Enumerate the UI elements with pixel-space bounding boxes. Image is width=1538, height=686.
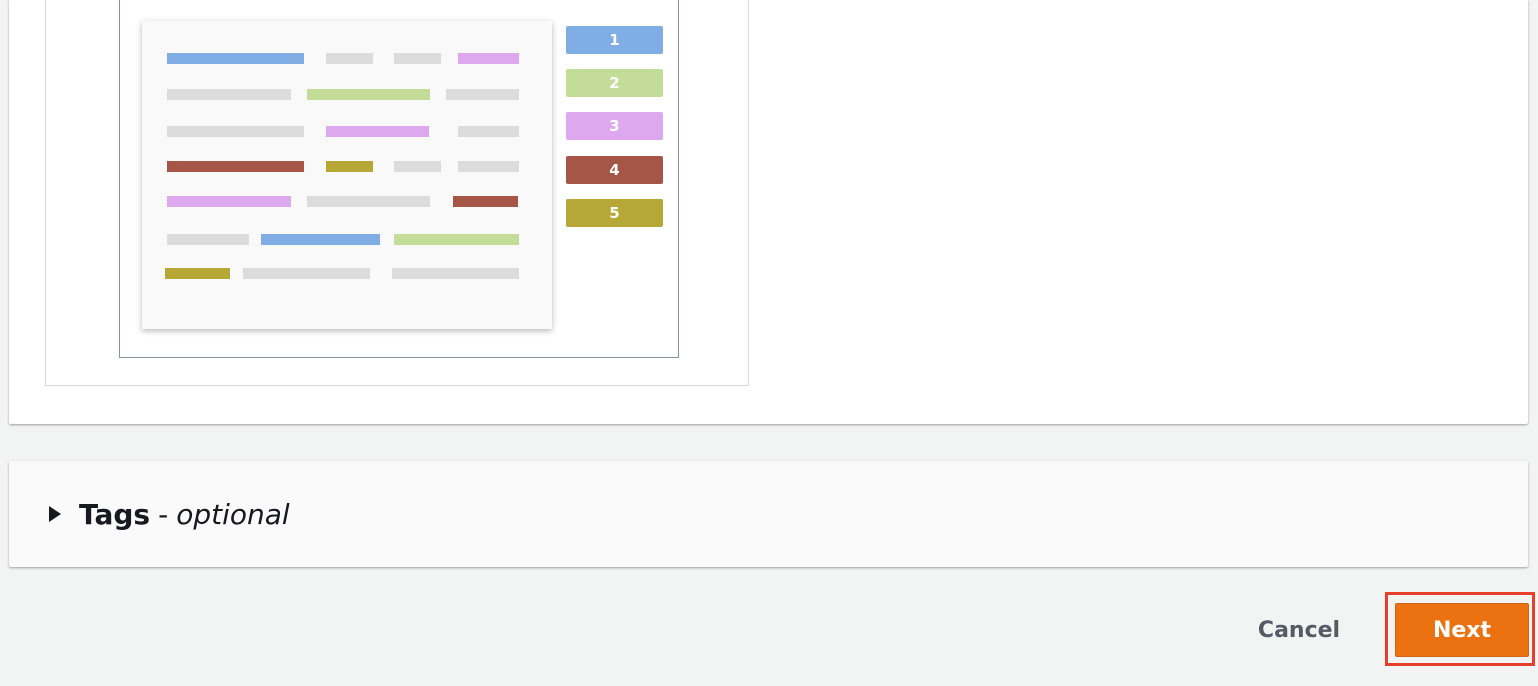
- highlight-bar: [307, 89, 430, 100]
- text-placeholder-bar: [243, 268, 370, 279]
- tags-separator: -: [158, 497, 169, 531]
- tags-optional-label: optional: [176, 497, 290, 531]
- sample-document: [142, 21, 552, 329]
- text-placeholder-bar: [394, 161, 441, 172]
- text-placeholder-bar: [458, 126, 519, 137]
- highlight-bar: [394, 234, 519, 245]
- highlight-bar: [453, 196, 518, 207]
- highlight-bar: [165, 268, 230, 279]
- highlight-bar: [167, 53, 304, 64]
- illustration-frame: 1 2 3 4 5: [45, 0, 749, 386]
- text-placeholder-bar: [458, 161, 519, 172]
- text-placeholder-bar: [167, 234, 249, 245]
- tags-expand-toggle[interactable]: Tags - optional: [49, 497, 290, 531]
- entity-legend-4: 4: [566, 156, 663, 184]
- entity-legend-5: 5: [566, 199, 663, 227]
- cancel-button[interactable]: Cancel: [1240, 608, 1358, 652]
- text-placeholder-bar: [167, 126, 304, 137]
- highlight-bar: [326, 161, 373, 172]
- text-placeholder-bar: [392, 268, 519, 279]
- highlight-bar: [167, 196, 291, 207]
- legend-label: 1: [609, 31, 620, 49]
- highlight-bar: [326, 126, 429, 137]
- entity-legend-3: 3: [566, 112, 663, 140]
- text-placeholder-bar: [394, 53, 441, 64]
- text-placeholder-bar: [446, 89, 519, 100]
- next-button[interactable]: Next: [1395, 603, 1529, 657]
- text-placeholder-bar: [307, 196, 430, 207]
- legend-label: 3: [609, 117, 620, 135]
- text-placeholder-bar: [167, 89, 291, 100]
- legend-label: 5: [609, 204, 620, 222]
- text-placeholder-bar: [326, 53, 373, 64]
- legend-label: 2: [609, 74, 620, 92]
- illustration-canvas: 1 2 3 4 5: [119, 0, 679, 358]
- caret-right-icon: [49, 506, 61, 522]
- tags-section: Tags - optional: [9, 461, 1528, 567]
- legend-label: 4: [609, 161, 620, 179]
- document-illustration-panel: 1 2 3 4 5: [9, 0, 1528, 424]
- tags-title: Tags: [79, 497, 151, 531]
- entity-legend-2: 2: [566, 69, 663, 97]
- highlight-bar: [458, 53, 519, 64]
- entity-legend-1: 1: [566, 26, 663, 54]
- highlight-bar: [167, 161, 304, 172]
- highlight-bar: [261, 234, 380, 245]
